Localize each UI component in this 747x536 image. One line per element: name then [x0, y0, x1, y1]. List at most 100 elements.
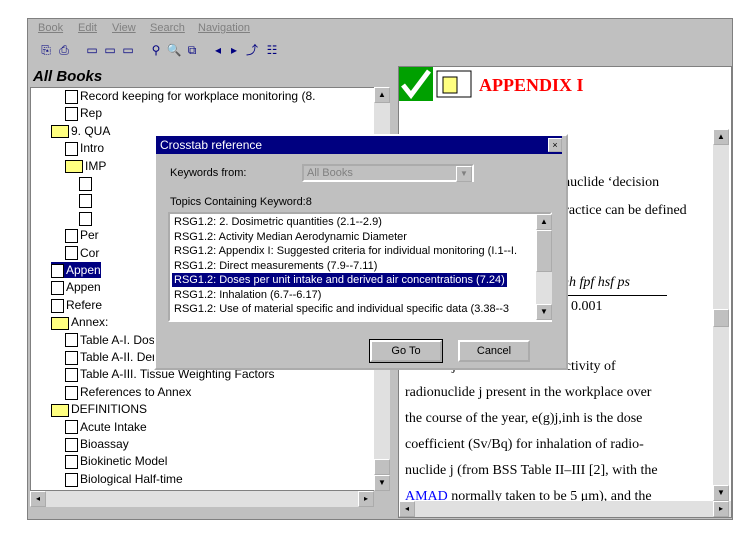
topic-item[interactable]: RSG1.2: Use of material specific and ind… — [172, 302, 511, 316]
copy-icon[interactable]: ⎘ — [38, 43, 54, 57]
topic-item[interactable]: RSG1.2: Doses per unit intake and derive… — [172, 273, 507, 287]
tree-item[interactable]: Per — [65, 227, 99, 244]
tree-item-label: Refere — [66, 297, 103, 312]
tree-item[interactable]: Bioassay — [65, 436, 129, 452]
tree-item[interactable] — [79, 210, 94, 226]
scroll-up-icon[interactable]: ▲ — [536, 214, 552, 230]
scroll-up-icon[interactable]: ▲ — [713, 129, 729, 145]
menu-book[interactable]: Book — [38, 22, 63, 34]
menu-navigation[interactable]: Navigation — [198, 22, 250, 34]
document-icon — [65, 142, 78, 157]
tree-item[interactable] — [79, 192, 94, 209]
document-icon — [65, 229, 78, 244]
tree-header: All Books — [30, 66, 399, 87]
document-icon — [65, 89, 78, 104]
tree-item-label: Intro — [80, 141, 105, 156]
cancel-button[interactable]: Cancel — [458, 340, 530, 362]
scroll-left-icon[interactable]: ◂ — [30, 491, 46, 507]
tree-item-label: Acute Intake — [80, 419, 147, 434]
document-icon — [51, 298, 64, 313]
document-icon — [65, 333, 78, 348]
scroll-left-icon[interactable]: ◂ — [399, 501, 415, 517]
tree-item-label: 9. QUA — [71, 123, 111, 138]
contents-icon[interactable]: ☷ — [264, 43, 280, 57]
document-icon — [65, 455, 78, 470]
doc-line: radionuclide j present in the workplace … — [405, 385, 652, 400]
scroll-thumb[interactable] — [536, 230, 552, 272]
menu-edit[interactable]: Edit — [78, 22, 97, 34]
crosstab-icon[interactable]: ⧉ — [184, 43, 200, 57]
doc-line: coefficient (Sv/Bq) for inhalation of ra… — [405, 437, 644, 452]
tree-item[interactable]: Annex: — [51, 314, 108, 330]
tree-item-label: Per — [80, 228, 99, 243]
up-level-icon[interactable]: ⤴ — [244, 43, 260, 57]
keywords-select[interactable]: All Books ▼ — [302, 164, 474, 182]
tree-item[interactable]: References to Annex — [65, 384, 191, 400]
find-icon[interactable]: ⚲ — [148, 43, 164, 57]
chevron-down-icon[interactable]: ▼ — [456, 166, 472, 182]
tree-item[interactable]: Biokinetic Model — [65, 453, 167, 470]
tree-item[interactable]: Biological Half-time — [65, 471, 183, 487]
tree-item[interactable]: Cor — [65, 245, 99, 261]
search-icon[interactable]: 🔍 — [166, 43, 182, 57]
scroll-down-icon[interactable]: ▼ — [713, 485, 729, 501]
layout-three-icon[interactable]: ▭ — [120, 43, 136, 57]
keywords-label: Keywords from: — [170, 167, 247, 179]
document-icon — [65, 472, 78, 487]
topic-item[interactable]: RSG1.2: 2. Dosimetric quantities (2.1--2… — [172, 215, 384, 229]
topic-item[interactable]: RSG1.2: Inhalation (6.7--6.17) — [172, 288, 323, 302]
back-icon[interactable]: ◂ — [210, 43, 226, 57]
menu-view[interactable]: View — [112, 22, 136, 34]
tree-item[interactable] — [79, 175, 94, 191]
scroll-down-icon[interactable]: ▼ — [536, 304, 552, 320]
tree-item[interactable]: Record keeping for workplace monitoring … — [65, 88, 315, 104]
print-icon[interactable]: ⎙ — [56, 43, 72, 57]
tree-item[interactable]: Refere — [51, 297, 102, 313]
document-icon — [65, 420, 78, 435]
folder-icon — [51, 316, 69, 330]
close-icon[interactable]: × — [548, 138, 562, 152]
scroll-down-icon[interactable]: ▼ — [374, 475, 390, 491]
tree-item[interactable]: Appen — [51, 262, 101, 278]
document-icon — [65, 107, 78, 122]
tree-item[interactable]: 9. QUA — [51, 123, 110, 139]
document-icon — [65, 437, 78, 452]
topics-list[interactable]: RSG1.2: 2. Dosimetric quantities (2.1--2… — [168, 212, 552, 322]
tree-item-label: DEFINITIONS — [71, 402, 148, 417]
scroll-right-icon[interactable]: ▸ — [713, 501, 729, 517]
document-icon — [51, 263, 64, 278]
tree-item[interactable]: Rep — [65, 105, 102, 122]
tree-item[interactable]: Appen — [51, 279, 101, 296]
topic-item[interactable]: RSG1.2: Activity Median Aerodynamic Diam… — [172, 230, 409, 244]
scroll-right-icon[interactable]: ▸ — [358, 491, 374, 507]
tree-item[interactable]: IMP — [65, 158, 106, 174]
topic-item[interactable]: RSG1.2: Appendix I: Suggested criteria f… — [172, 244, 519, 258]
tree-item-label: Record keeping for workplace monitoring … — [80, 89, 316, 103]
toolbar: ⎘ ⎙ ▭ ▭ ▭ ⚲ 🔍 ⧉ ◂ ▸ ⤴ ☷ — [28, 41, 732, 63]
tree-item-label: Cor — [80, 245, 100, 260]
menu-search[interactable]: Search — [150, 22, 185, 34]
scroll-thumb[interactable] — [713, 309, 729, 327]
layout-one-icon[interactable]: ▭ — [84, 43, 100, 57]
forward-icon[interactable]: ▸ — [226, 43, 242, 57]
document-icon — [65, 385, 78, 400]
doc-vscroll[interactable]: ▲ ▼ — [713, 129, 729, 501]
topic-item[interactable]: RSG1.2: Direct measurements (7.9--7.11) — [172, 259, 379, 273]
scroll-up-icon[interactable]: ▲ — [374, 87, 390, 103]
doc-line: the course of the year, e(g)j,inh is the… — [405, 411, 643, 426]
layout-two-icon[interactable]: ▭ — [102, 43, 118, 57]
tree-item-label: Appen — [66, 263, 101, 277]
topics-label: Topics Containing Keyword:8 — [170, 196, 312, 208]
doc-hscroll[interactable]: ◂ ▸ — [399, 501, 731, 517]
goto-button[interactable]: Go To — [369, 339, 443, 363]
folder-icon — [51, 403, 69, 417]
topics-vscroll[interactable]: ▲ ▼ — [536, 214, 552, 320]
tree-item-label: Annex: — [71, 315, 109, 330]
tree-item-label: Bioassay — [80, 437, 129, 451]
tree-hscroll[interactable]: ◂ ▸ — [30, 491, 374, 507]
tree-item[interactable]: Intro — [65, 140, 105, 157]
tree-item[interactable]: Acute Intake — [65, 419, 147, 435]
tree-item[interactable]: DEFINITIONS — [51, 401, 147, 417]
scroll-thumb[interactable] — [374, 459, 390, 475]
tree-item-label: Biological Half-time — [80, 471, 183, 486]
